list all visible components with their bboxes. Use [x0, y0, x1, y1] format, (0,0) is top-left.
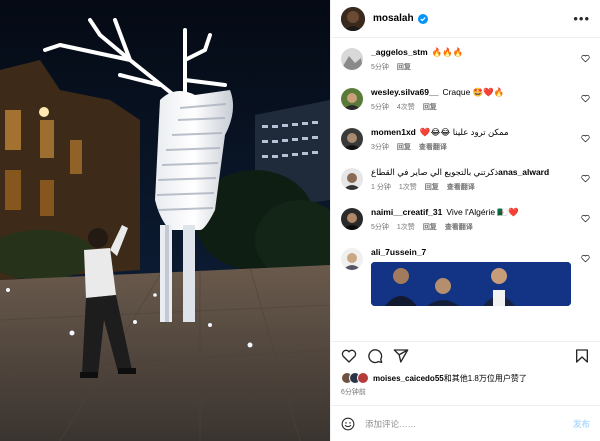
author-username[interactable]: mosalah — [373, 13, 414, 24]
commenter-username[interactable]: wesley.silva69__ — [371, 87, 438, 97]
likes-count-text[interactable]: 和其他1.8万位用户赞了 — [444, 374, 527, 383]
liker-avatar — [357, 372, 369, 384]
comment-item: _aggelos_stm 🔥🔥🔥 5分钟 回复 — [341, 46, 590, 72]
comment-text: Vive l'Algérie 🇩🇿❤️ — [446, 207, 519, 217]
comment-like-count[interactable]: 1次赞 — [399, 184, 417, 191]
reply-button[interactable]: 回复 — [397, 144, 411, 151]
comment-text: ❤️😂😂 ممكن ترود علينا — [419, 127, 509, 137]
likes-summary[interactable]: moises_caicedo55和其他1.8万位用户赞了 — [331, 369, 600, 385]
add-comment-bar: 发布 — [331, 405, 600, 441]
comment-text: Craque 🤩❤️🔥 — [442, 87, 505, 97]
comment-like-heart-icon[interactable] — [581, 174, 590, 183]
comment-like-heart-icon[interactable] — [581, 214, 590, 223]
comment-like-heart-icon[interactable] — [581, 54, 590, 63]
comments-list[interactable]: _aggelos_stm 🔥🔥🔥 5分钟 回复 wesley.silva69__ Cr… — [331, 38, 600, 341]
comment-image-attachment[interactable] — [371, 262, 571, 306]
comment-time: 3分钟 — [371, 144, 389, 151]
commenter-username[interactable]: ali_7ussein_7 — [371, 247, 426, 257]
post-photo-image — [0, 0, 330, 441]
reply-button[interactable]: 回复 — [397, 64, 411, 71]
commenter-username[interactable]: anas_alward — [498, 167, 549, 177]
verified-badge-icon — [417, 13, 428, 24]
author-avatar[interactable] — [341, 6, 365, 31]
commenter-avatar[interactable] — [341, 128, 363, 150]
commenter-avatar[interactable] — [341, 88, 363, 110]
comment-like-count[interactable]: 1次赞 — [397, 224, 415, 231]
comment-time: 5分钟 — [371, 64, 389, 71]
commenter-avatar[interactable] — [341, 248, 363, 270]
see-translation-button[interactable]: 查看翻译 — [445, 224, 473, 231]
instagram-post-view: mosalah ••• _aggelos_stm 🔥🔥🔥 5分钟 回复 wesl… — [0, 0, 600, 441]
commenter-avatar[interactable] — [341, 168, 363, 190]
commenter-username[interactable]: naimi__creatif_31 — [371, 207, 442, 217]
comment-time: 5分钟 — [371, 224, 389, 231]
post-sidebar: mosalah ••• _aggelos_stm 🔥🔥🔥 5分钟 回复 wesl… — [330, 0, 600, 441]
comment-input[interactable] — [365, 418, 573, 429]
comment-time: 5分钟 — [371, 104, 389, 111]
comment-time: 1 分钟 — [371, 184, 391, 191]
post-photo[interactable] — [0, 0, 330, 441]
first-liker-username[interactable]: moises_caicedo55 — [373, 374, 444, 383]
commenter-username[interactable]: _aggelos_stm — [371, 47, 428, 57]
post-actions-bar — [331, 341, 600, 369]
see-translation-button[interactable]: 查看翻译 — [419, 144, 447, 151]
commenter-avatar[interactable] — [341, 208, 363, 230]
heart-icon[interactable] — [341, 348, 357, 364]
comment-item: anas_alwardذكرتني بالتجويع الي صاير في ا… — [341, 166, 590, 192]
bookmark-icon[interactable] — [574, 348, 590, 364]
see-translation-button[interactable]: 查看翻译 — [447, 184, 475, 191]
share-icon[interactable] — [393, 348, 409, 364]
post-header: mosalah ••• — [331, 0, 600, 38]
comment-text: ذكرتني بالتجويع الي صاير في القطاع — [371, 167, 499, 177]
reply-button[interactable]: 回复 — [423, 104, 437, 111]
post-timestamp: 6分钟前 — [341, 389, 366, 396]
comment-item: momen1xd ❤️😂😂 ممكن ترود علينا 3分钟 回复 查看翻译 — [341, 126, 590, 152]
comment-item: naimi__creatif_31 Vive l'Algérie 🇩🇿❤️ 5分钟… — [341, 206, 590, 232]
likes-text: moises_caicedo55和其他1.8万位用户赞了 — [373, 373, 527, 384]
post-comment-button[interactable]: 发布 — [573, 418, 590, 430]
comment-item: ali_7ussein_7 — [341, 246, 590, 306]
reply-button[interactable]: 回复 — [425, 184, 439, 191]
comment-like-count[interactable]: 4次赞 — [397, 104, 415, 111]
comment-item: wesley.silva69__ Craque 🤩❤️🔥 5分钟 4次赞 回复 — [341, 86, 590, 112]
more-options-icon[interactable]: ••• — [573, 12, 590, 25]
commenter-username[interactable]: momen1xd — [371, 127, 416, 137]
commenter-avatar[interactable] — [341, 48, 363, 70]
reply-button[interactable]: 回复 — [423, 224, 437, 231]
emoji-icon[interactable] — [341, 417, 355, 431]
comment-like-heart-icon[interactable] — [581, 94, 590, 103]
comment-icon[interactable] — [367, 348, 383, 364]
comment-like-heart-icon[interactable] — [581, 134, 590, 143]
comment-like-heart-icon[interactable] — [581, 254, 590, 263]
comment-text: 🔥🔥🔥 — [431, 47, 464, 57]
